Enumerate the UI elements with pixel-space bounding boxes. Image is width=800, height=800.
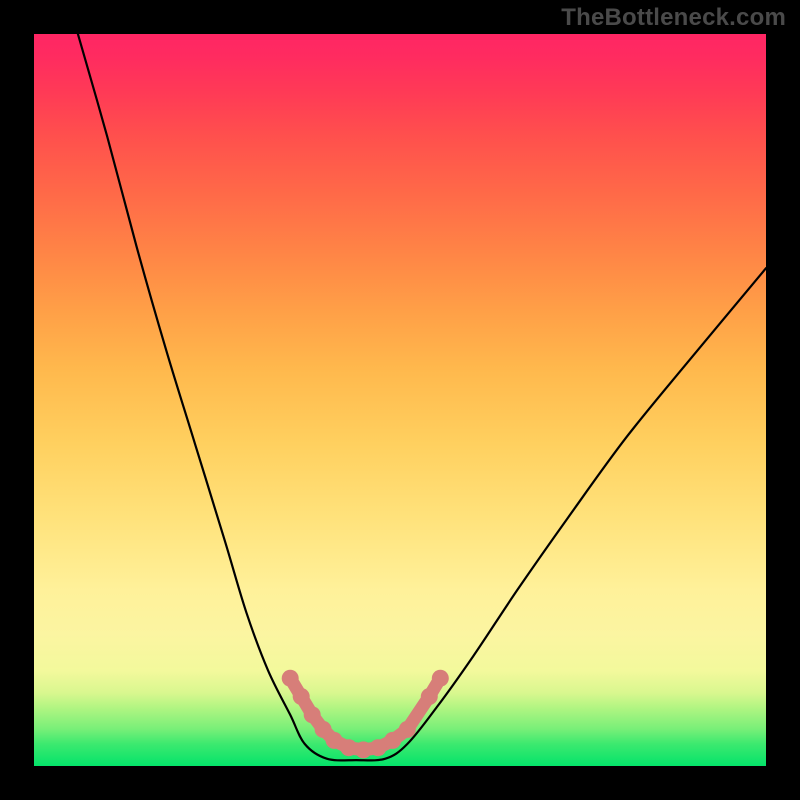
valley-marker-dot (340, 739, 357, 756)
valley-marker-dot (293, 688, 310, 705)
watermark-label: TheBottleneck.com (561, 4, 786, 32)
valley-marker-dot (384, 732, 401, 749)
valley-marker-dot (370, 739, 387, 756)
valley-marker-dot (326, 732, 343, 749)
valley-marker-dot (432, 670, 449, 687)
chart-overlay (34, 34, 766, 766)
valley-marker-dot (282, 670, 299, 687)
valley-marker-dot (355, 741, 372, 758)
valley-marker-dot (399, 721, 416, 738)
bottleneck-curve (78, 34, 766, 760)
valley-marker-dot (304, 706, 321, 723)
valley-marker-dot (421, 688, 438, 705)
chart-frame: TheBottleneck.com (0, 0, 800, 800)
curve-group (78, 34, 766, 760)
